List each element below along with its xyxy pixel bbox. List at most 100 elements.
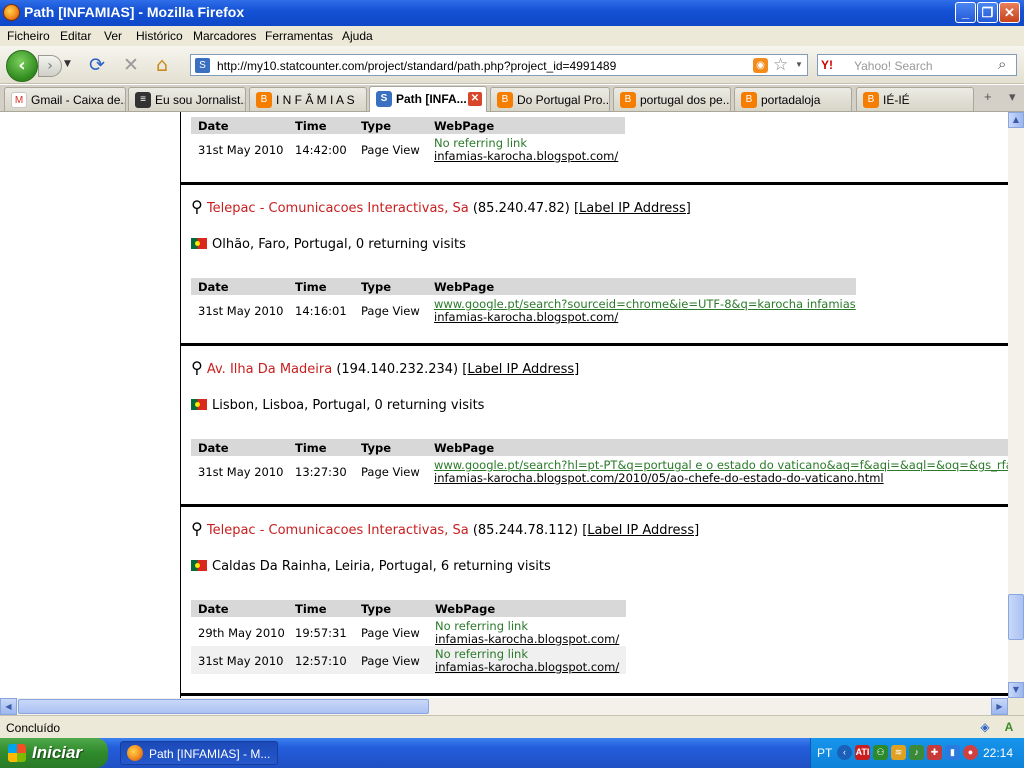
signal-icon[interactable]: ▮ — [945, 745, 960, 760]
addon-icon[interactable]: A — [1001, 719, 1017, 735]
menu-ferramentas[interactable]: Ferramentas — [265, 29, 333, 43]
menu-marcadores[interactable]: Marcadores — [193, 29, 256, 43]
antivirus-icon[interactable]: ● — [963, 745, 978, 760]
label-ip-link[interactable]: [Label IP Address] — [582, 523, 699, 538]
page-link[interactable]: infamias-karocha.blogspot.com/ — [434, 310, 618, 324]
isp-name[interactable]: Telepac - Comunicacoes Interactivas, Sa — [207, 523, 469, 538]
tab-list-icon[interactable]: ▾ — [1009, 89, 1016, 105]
title-bar: Path [INFAMIAS] - Mozilla Firefox _ ❐ ✕ — [0, 0, 1024, 26]
visit-header: ⚲ Telepac - Comunicacoes Interactivas, S… — [191, 197, 691, 216]
col-webpage: WebPage — [435, 602, 496, 616]
referrer-link[interactable]: www.google.pt/search?hl=pt-PT&q=portugal… — [434, 458, 1008, 472]
url-text[interactable]: http://my10.statcounter.com/project/stan… — [217, 59, 616, 73]
speaker-icon[interactable]: ♪ — [909, 745, 924, 760]
scroll-left-icon[interactable]: ◀ — [0, 698, 17, 715]
taskbar-item-firefox[interactable]: Path [INFAMIAS] - M... — [120, 741, 278, 765]
window-title: Path [INFAMIAS] - Mozilla Firefox — [24, 4, 245, 20]
rss-feed-icon[interactable]: ◉ — [753, 58, 768, 73]
tab-label: Eu sou Jornalist... — [155, 93, 246, 107]
visit-block: ⚲ Av. Ilha Da Madeira (194.140.232.234) … — [181, 346, 1008, 507]
tab-infamias[interactable]: B I N F Â M I A S — [249, 87, 367, 111]
bookmark-star-icon[interactable]: ☆ — [773, 55, 788, 75]
search-input[interactable]: Yahoo! Search — [854, 59, 933, 73]
visit-block-top: Date Time Type WebPage 31st May 2010 14:… — [181, 112, 1008, 185]
label-ip-link[interactable]: [Label IP Address] — [574, 201, 691, 216]
menu-editar[interactable]: Editar — [60, 29, 91, 43]
history-dropdown-icon[interactable]: ▼ — [64, 59, 71, 69]
url-dropdown-icon[interactable]: ▼ — [795, 60, 803, 69]
back-button[interactable]: ‹ — [6, 50, 38, 82]
security-alert-icon[interactable]: ✚ — [927, 745, 942, 760]
network-icon[interactable]: ⚇ — [873, 745, 888, 760]
close-tab-icon[interactable]: ✕ — [468, 92, 482, 106]
menu-ajuda[interactable]: Ajuda — [342, 29, 373, 43]
horizontal-scroll-thumb[interactable] — [18, 699, 429, 714]
tray-arrow-icon[interactable]: ‹ — [837, 745, 852, 760]
scroll-down-icon[interactable]: ▼ — [1008, 682, 1024, 698]
referrer-text: No referring link — [434, 136, 527, 150]
ip-address: (85.240.47.82) — [472, 201, 570, 216]
navigation-toolbar: ‹ › ▼ ⟳ ✕ ⌂ S http://my10.statcounter.co… — [0, 46, 1024, 84]
row-date: 31st May 2010 — [198, 654, 284, 668]
table-row: 31st May 2010 13:27:30 Page View www.goo… — [191, 457, 1008, 485]
col-time: Time — [295, 119, 327, 133]
vertical-scrollbar[interactable]: ▲ ▼ — [1008, 112, 1024, 698]
language-indicator[interactable]: PT — [817, 746, 832, 760]
magnify-icon[interactable]: ⚲ — [191, 197, 203, 216]
close-button[interactable]: ✕ — [999, 2, 1020, 23]
search-icon[interactable]: ⌕ — [998, 56, 1006, 73]
stop-icon[interactable]: ✕ — [123, 56, 139, 75]
table-header: Date Time Type WebPage — [191, 278, 856, 295]
reload-icon[interactable]: ⟳ — [89, 56, 105, 75]
gmail-icon: M — [11, 92, 27, 108]
left-column — [0, 112, 181, 698]
new-tab-icon[interactable]: + — [984, 89, 992, 104]
minimize-button[interactable]: _ — [955, 2, 976, 23]
col-webpage: WebPage — [434, 441, 495, 455]
scroll-right-icon[interactable]: ▶ — [991, 698, 1008, 715]
forward-button[interactable]: › — [38, 55, 62, 77]
menu-ficheiro[interactable]: Ficheiro — [7, 29, 50, 43]
yahoo-engine-icon[interactable]: Y! — [821, 58, 837, 73]
status-bar: Concluído ◈ A — [0, 715, 1024, 738]
menu-ver[interactable]: Ver — [104, 29, 122, 43]
referrer-link[interactable]: www.google.pt/search?sourceid=chrome&ie=… — [434, 297, 856, 311]
visit-block: ⚲ Telepac - Comunicacoes Interactivas, S… — [181, 507, 1008, 696]
tab-ie-ie[interactable]: B IÉ-IÉ — [856, 87, 974, 111]
url-bar[interactable]: S http://my10.statcounter.com/project/st… — [190, 54, 808, 76]
wireless-icon[interactable]: ≋ — [891, 745, 906, 760]
statcounter-icon: S — [376, 91, 392, 107]
tab-path-active[interactable]: S Path [INFA... ✕ — [369, 86, 487, 112]
page-link[interactable]: infamias-karocha.blogspot.com/ — [435, 660, 619, 674]
ati-icon[interactable]: ATI — [855, 745, 870, 760]
vertical-scroll-thumb[interactable] — [1008, 594, 1024, 640]
search-box[interactable]: Y! Yahoo! Search ⌕ — [817, 54, 1017, 76]
tab-do-portugal[interactable]: B Do Portugal Pro... — [490, 87, 610, 111]
row-type: Page View — [361, 304, 420, 318]
visit-location: Olhão, Faro, Portugal, 0 returning visit… — [191, 237, 466, 252]
table-row: 31st May 2010 12:57:10 Page View No refe… — [191, 646, 626, 674]
scroll-up-icon[interactable]: ▲ — [1008, 112, 1024, 128]
tab-jornalista[interactable]: ≡ Eu sou Jornalist... — [128, 87, 246, 111]
tab-label: portadaloja — [761, 93, 821, 107]
menu-historico[interactable]: Histórico — [136, 29, 183, 43]
magnify-icon[interactable]: ⚲ — [191, 358, 203, 377]
home-icon[interactable]: ⌂ — [156, 56, 168, 75]
page-link[interactable]: infamias-karocha.blogspot.com/ — [434, 149, 618, 163]
label-ip-link[interactable]: [Label IP Address] — [462, 362, 579, 377]
start-button[interactable]: Iniciar — [0, 738, 108, 768]
tab-portadaloja[interactable]: B portadaloja — [734, 87, 852, 111]
tab-portugal-dos-pe[interactable]: B portugal dos pe... — [613, 87, 731, 111]
horizontal-scrollbar[interactable]: ◀ ▶ — [0, 698, 1008, 715]
page-link[interactable]: infamias-karocha.blogspot.com/2010/05/ao… — [434, 471, 884, 485]
isp-name[interactable]: Av. Ilha Da Madeira — [207, 362, 332, 377]
taskbar-item-label: Path [INFAMIAS] - M... — [149, 747, 271, 761]
page-link[interactable]: infamias-karocha.blogspot.com/ — [435, 632, 619, 646]
visit-location: Caldas Da Rainha, Leiria, Portugal, 6 re… — [191, 559, 551, 574]
maximize-button[interactable]: ❐ — [977, 2, 998, 23]
isp-name[interactable]: Telepac - Comunicacoes Interactivas, Sa — [207, 201, 469, 216]
network-status-icon[interactable]: ◈ — [977, 719, 993, 735]
magnify-icon[interactable]: ⚲ — [191, 519, 203, 538]
tab-gmail[interactable]: M Gmail - Caixa de... — [4, 87, 126, 111]
table-header: Date Time Type WebPage — [191, 439, 1008, 456]
